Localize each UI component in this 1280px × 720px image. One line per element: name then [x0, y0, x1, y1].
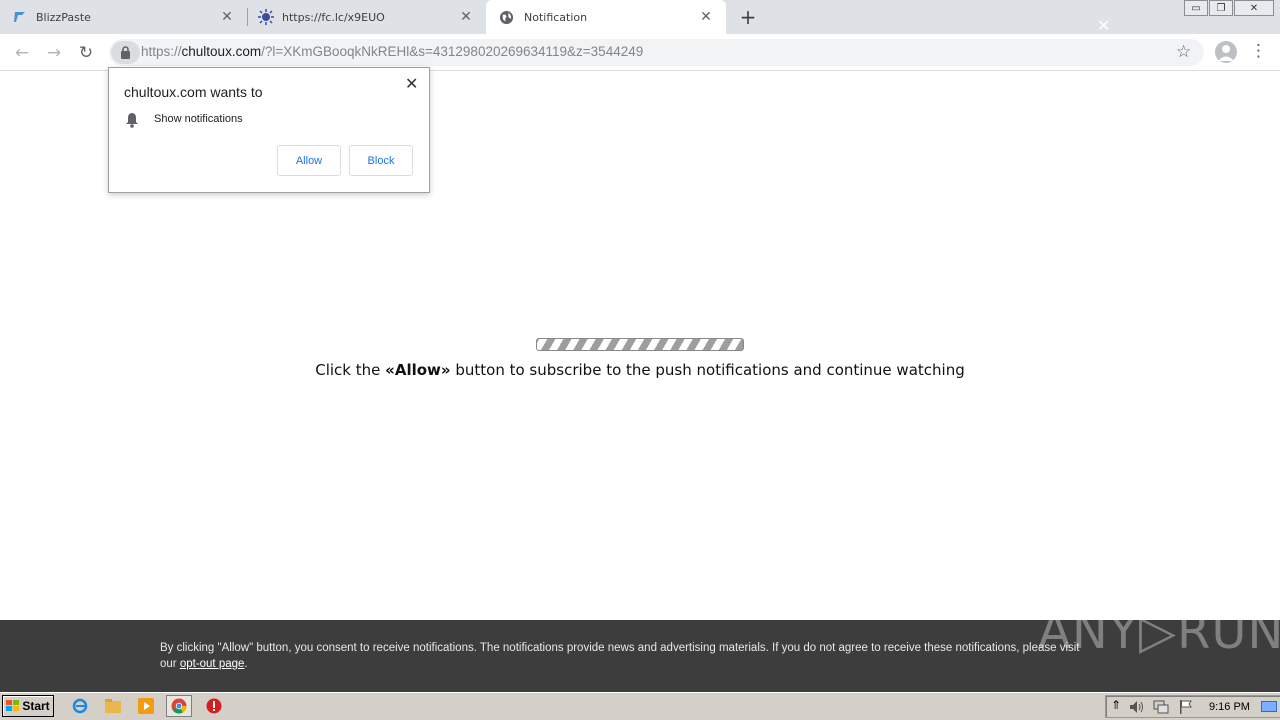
url-text[interactable]: https://chultoux.com/?l=XKmGBooqkNkREHl&… — [141, 44, 643, 59]
tray-expand-icon[interactable]: ⇑ — [1111, 698, 1121, 712]
profile-avatar-icon[interactable] — [1215, 41, 1237, 63]
consent-text: By clicking "Allow" button, you consent … — [160, 640, 1090, 672]
chrome-icon — [171, 698, 187, 714]
window-close-button[interactable]: ✕ — [1234, 0, 1274, 16]
blizzpaste-icon — [12, 9, 28, 25]
url-host: chultoux.com — [181, 44, 262, 59]
action-center-flag-icon[interactable] — [1179, 699, 1193, 718]
volume-icon[interactable] — [1129, 699, 1145, 718]
tab-title: BlizzPaste — [36, 10, 91, 24]
taskbar — [0, 692, 1280, 720]
tab-notification[interactable]: Notification ✕ — [486, 0, 726, 34]
taskbar-clock[interactable]: 9:16 PM — [1209, 701, 1250, 713]
block-button[interactable]: Block — [349, 145, 413, 176]
opt-out-link[interactable]: opt-out page — [180, 658, 245, 670]
lock-icon[interactable] — [111, 41, 140, 64]
allow-button[interactable]: Allow — [277, 145, 341, 176]
chrome-taskbar-button[interactable] — [166, 695, 192, 717]
network-icon[interactable] — [1153, 699, 1169, 718]
tab-title: Notification — [524, 10, 588, 24]
close-icon[interactable]: ✕ — [1097, 16, 1110, 35]
internet-explorer-icon[interactable] — [71, 697, 89, 715]
instruction-before: Click the — [315, 361, 386, 379]
forward-button[interactable]: → — [43, 42, 65, 64]
bell-icon — [125, 112, 139, 132]
consent-text-after: . — [244, 658, 248, 670]
close-icon[interactable]: ✕ — [458, 9, 474, 25]
url-scheme: https:// — [141, 44, 182, 59]
windows-logo-icon — [6, 700, 20, 712]
reload-button[interactable]: ↻ — [75, 42, 97, 64]
instruction-text: Click the «Allow» button to subscribe to… — [0, 361, 1280, 379]
loading-progress-bar — [536, 338, 744, 351]
consent-text-before: By clicking "Allow" button, you consent … — [160, 642, 1080, 670]
restore-button[interactable]: ❐ — [1209, 0, 1233, 16]
start-label: Start — [22, 699, 50, 713]
media-player-icon[interactable] — [137, 697, 155, 715]
minimize-button[interactable]: ▭ — [1184, 0, 1208, 16]
permission-title: chultoux.com wants to — [124, 84, 263, 100]
close-icon[interactable]: ✕ — [698, 9, 714, 25]
tab-blizzpaste[interactable]: BlizzPaste ✕ — [12, 0, 247, 34]
permission-label: Show notifications — [154, 113, 243, 125]
tab-fc-lc[interactable]: https://fc.lc/x9EUO ✕ — [258, 0, 486, 34]
new-tab-button[interactable]: + — [737, 5, 759, 29]
virus-icon — [258, 9, 274, 25]
menu-icon[interactable]: ⋮ — [1250, 41, 1267, 61]
back-button[interactable]: ← — [11, 42, 33, 64]
system-tray: ⇑ — [1105, 695, 1280, 718]
start-button[interactable]: Start — [2, 695, 54, 717]
file-explorer-icon[interactable] — [104, 697, 122, 715]
globe-icon — [498, 9, 514, 25]
notification-permission-dialog: chultoux.com wants to ✕ Show notificatio… — [108, 67, 430, 193]
close-icon[interactable]: ✕ — [405, 74, 418, 93]
anyrun-watermark: ANY▷RUN — [1038, 604, 1280, 660]
url-path: /?l=XKmGBooqkNkREHl&s=431298020269634119… — [261, 44, 644, 59]
tab-title: https://fc.lc/x9EUO — [282, 10, 385, 24]
security-alert-icon[interactable] — [205, 697, 223, 715]
tab-separator — [247, 8, 248, 26]
instruction-allow: «Allow» — [385, 361, 451, 379]
instruction-after: button to subscribe to the push notifica… — [450, 361, 965, 379]
close-icon[interactable]: ✕ — [219, 9, 235, 25]
bookmark-star-icon[interactable]: ☆ — [1176, 42, 1191, 62]
show-desktop-icon[interactable] — [1261, 699, 1277, 718]
